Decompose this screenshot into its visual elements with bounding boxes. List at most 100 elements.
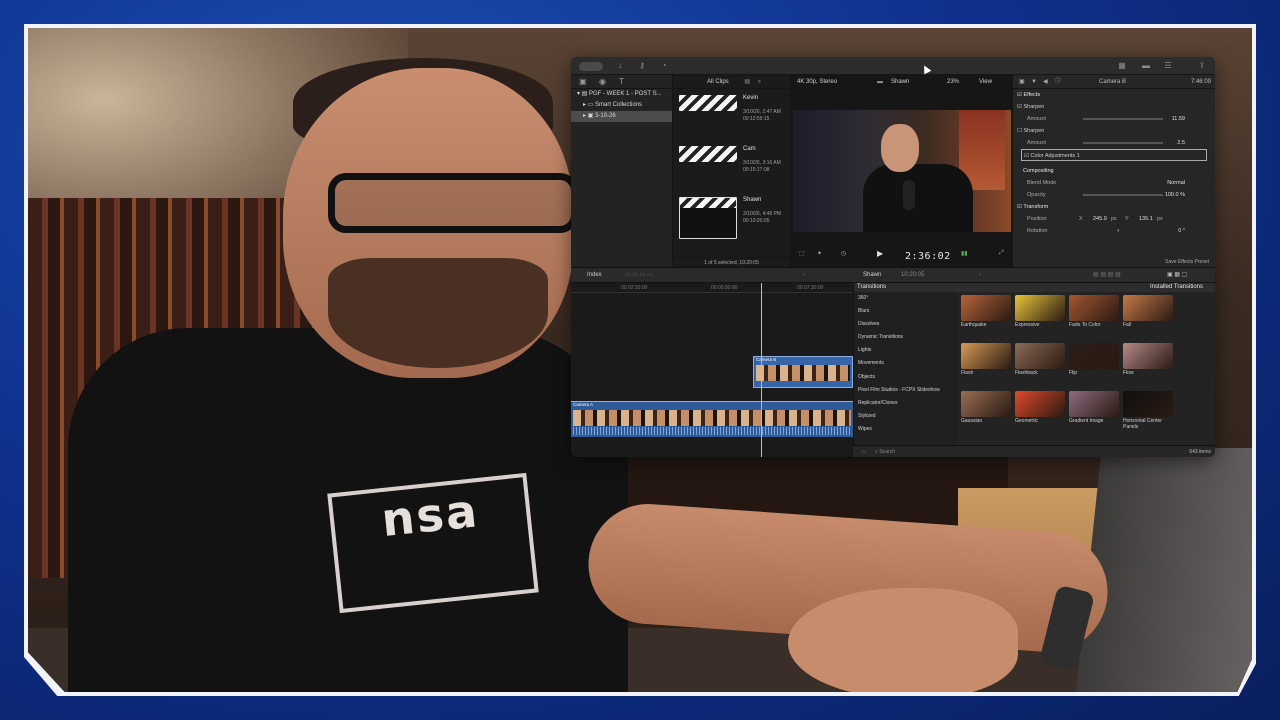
installed-transitions-dropdown[interactable]: Installed Transitions [957,283,1215,292]
share-icon[interactable]: ⇪ [1197,61,1207,71]
info-icon[interactable]: ⓘ [1055,75,1061,89]
transition-item[interactable]: Fade To Color [1069,295,1119,341]
pos-x-value[interactable]: 245.9 [1093,213,1107,225]
timeline-options-icon[interactable]: ▤ ▤ ▤ ▤ [1093,268,1121,282]
opacity-value[interactable]: 100.0 % [1165,189,1185,201]
color-adjustments-effect[interactable]: ☑ Color Adjustments 1 [1021,149,1207,161]
transition-item[interactable]: Gradient Image [1069,391,1119,437]
transition-item[interactable]: Flashback [1015,343,1065,389]
sidebar-header: ▣ ◉ T [571,75,672,89]
sidebar-item-event[interactable]: ▸ ▣ 3-10-26 [571,111,672,122]
amount-value[interactable]: 2.5 [1177,137,1185,149]
sharpen-effect-2[interactable]: ☐ Sharpen [1013,125,1215,137]
save-effects-preset-button[interactable]: Save Effects Preset [1165,259,1209,265]
edit-tools-icon[interactable]: ▭ ▭ ▭ ▭ [625,268,653,282]
timeline-clip-camera-b[interactable]: Camera B [753,356,853,388]
transform-section[interactable]: ☑ Transform [1013,201,1215,213]
clip-filter-dropdown[interactable]: All Clips [707,79,729,85]
microphone [903,180,915,210]
timecode-display[interactable]: 2:36:02 [905,251,951,262]
transition-item[interactable]: Flow [1123,343,1173,389]
timeline-toggle-icon[interactable]: ▬ [1141,61,1151,71]
transition-category[interactable]: Replicator/Clones [854,397,957,410]
transition-item[interactable]: Gaussian [961,391,1011,437]
sharpen-effect-1[interactable]: ☑ Sharpen [1013,101,1215,113]
compositing-section[interactable]: Compositing [1013,165,1215,177]
transition-category[interactable]: Wipes [854,423,957,436]
transition-category[interactable]: 360° [854,292,957,305]
timeline-clip-camera-a[interactable]: Camera A [571,401,853,437]
fullscreen-icon[interactable]: ⤢ [999,250,1004,257]
transition-category[interactable]: Pixel Film Studios - FCPX Slideshow [854,384,957,397]
photos-icon[interactable]: ◉ [599,77,606,86]
back-icon[interactable]: ‹ [803,268,805,282]
color-inspector-icon[interactable]: ▼ [1031,75,1037,89]
transition-item[interactable]: Flash [961,343,1011,389]
browser-clip-selected[interactable]: Shawn 3/10/26, 4:48 PM 00:10:20:05 [673,191,790,242]
sidebar-toggle-icon[interactable]: ▭ [861,446,866,457]
layout-icon[interactable]: ▦ [1117,61,1127,71]
effects-section[interactable]: ☑ Effects [1013,89,1215,101]
rotation-value[interactable]: 0 ° [1178,225,1185,237]
timeline-duration: 10:20:05 [901,272,925,278]
background-tasks-icon[interactable]: ◔ [659,61,669,71]
clip-thumbnail [679,146,737,162]
amount-slider[interactable] [1083,118,1163,120]
rotation-dial-icon[interactable]: ◐ [1117,225,1120,237]
browser-header: All Clips ▤ ⌕ [673,75,790,89]
forward-icon[interactable]: › [979,268,981,282]
transition-item[interactable]: Fall [1123,295,1173,341]
transition-category[interactable]: Movements [854,357,957,370]
opacity-slider[interactable] [1083,194,1163,196]
browser-clip[interactable]: Kevin 3/10/26, 2:47 AM 00:12:59:15 [673,89,790,140]
transition-category[interactable]: Dissolves [854,318,957,331]
amount-value[interactable]: 11.59 [1172,113,1185,125]
search-field[interactable]: ⌕ Search [875,446,895,457]
titles-icon[interactable]: T [619,77,624,86]
sidebar-item-library[interactable]: ▾ ▤ PGF - WEEK 1 - POST S... [571,89,672,100]
clip-appearance-icon[interactable]: ▤ [744,79,750,85]
opacity-row: Opacity 100.0 % [1013,189,1215,201]
clip-name: Kevin [743,95,759,101]
timeline[interactable]: 00:02:30:00 00:05:00:00 00:07:30:00 Came… [571,283,853,457]
final-cut-pro-window: ↓ ⚷ ◔ ▦ ▬ ☰ ⇪ ▣ ◉ T ▾ ▤ PGF - WEEK 1 - P… [571,57,1215,457]
view-dropdown[interactable]: View [979,75,992,89]
audio-inspector-icon[interactable]: ◀ [1043,75,1048,89]
pos-y-value[interactable]: 135.1 [1139,213,1153,225]
disclosure-icon: ▾ ▤ [577,91,590,97]
transition-item[interactable]: Horizontal Center Panels [1123,391,1173,437]
zoom-dropdown[interactable]: 23% [947,75,959,89]
transition-category[interactable]: Lights [854,344,957,357]
clip-duration: 00:10:20:05 [743,218,770,224]
index-button[interactable]: Index [587,268,602,282]
transform-icon[interactable]: ⬚ [799,250,805,257]
library-toggle-button[interactable] [579,62,603,71]
key-icon[interactable]: ⚷ [637,61,647,71]
amount-slider[interactable] [1083,142,1163,144]
transition-label: Earthquake [961,322,987,328]
transition-item[interactable]: Earthquake [961,295,1011,341]
speed-icon[interactable]: ◷ [841,250,846,257]
sidebar-item-label: PGF - WEEK 1 - POST S... [589,91,662,97]
transition-item[interactable]: Geometric [1015,391,1065,437]
search-icon[interactable]: ⌕ [758,79,761,85]
transition-category[interactable]: Stylized [854,410,957,423]
transition-item[interactable]: Flip [1069,343,1119,389]
browser-clip[interactable]: Cam 3/10/26, 3:16 AM 00:15:17:08 [673,140,790,191]
browser-toggle-icon[interactable]: ▣ ▦ ▢ [1167,268,1187,282]
sidebar-item-smart-collections[interactable]: ▸ ▭ Smart Collections [571,100,672,111]
import-icon[interactable]: ↓ [615,61,625,71]
play-icon[interactable]: ▶ [877,249,883,258]
timeline-ruler[interactable]: 00:02:30:00 00:05:00:00 00:07:30:00 [571,283,853,293]
param-label: Amount [1027,116,1046,122]
inspector-toggle-icon[interactable]: ☰ [1163,61,1173,71]
transition-category[interactable]: Blurs [854,305,957,318]
blend-mode-dropdown[interactable]: Normal [1167,177,1185,189]
transition-category[interactable]: Objects [854,371,957,384]
playhead[interactable] [761,283,762,457]
transition-category[interactable]: Dynamic Transitions [854,331,957,344]
camera-icon[interactable]: ▣ [579,77,587,86]
video-inspector-icon[interactable]: ▣ [1019,75,1025,89]
enhance-icon[interactable]: ✦ [817,250,822,257]
transition-item[interactable]: Expressive [1015,295,1065,341]
